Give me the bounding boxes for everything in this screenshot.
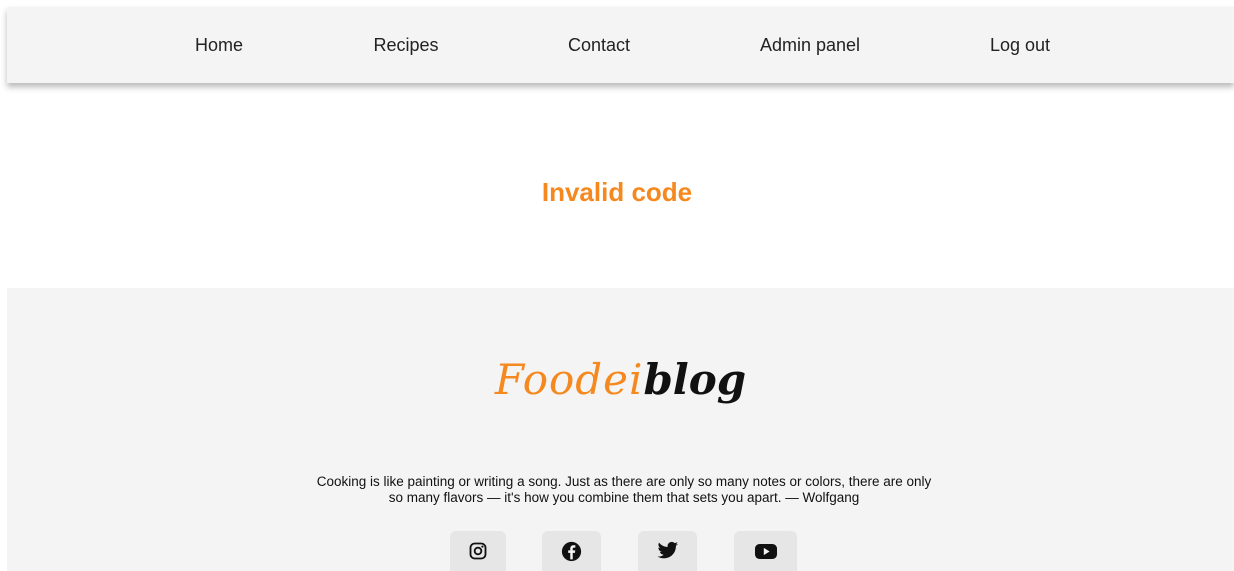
page: Home Recipes Contact Admin panel Log out… <box>0 0 1234 571</box>
logo-text-foodei: Foodei <box>494 355 644 404</box>
nav-link-home[interactable]: Home <box>195 7 243 83</box>
twitter-button[interactable] <box>638 531 697 571</box>
instagram-icon <box>469 542 487 560</box>
nav-link-log-out[interactable]: Log out <box>990 7 1050 83</box>
instagram-button[interactable] <box>450 531 506 571</box>
nav-link-recipes[interactable]: Recipes <box>373 7 438 83</box>
nav-link-admin-panel[interactable]: Admin panel <box>760 7 860 83</box>
facebook-button[interactable] <box>542 531 601 571</box>
logo-text-blog: blog <box>643 355 747 404</box>
facebook-icon <box>561 541 582 562</box>
youtube-button[interactable] <box>734 531 797 571</box>
youtube-icon <box>754 544 777 559</box>
top-navigation: Home Recipes Contact Admin panel Log out <box>7 7 1234 83</box>
footer-quote: Cooking is like painting or writing a so… <box>316 473 932 505</box>
twitter-icon <box>657 541 678 559</box>
invalid-code-message: Invalid code <box>541 177 693 207</box>
footer: Foodeiblog Cooking is like painting or w… <box>7 288 1234 571</box>
footer-logo: Foodeiblog <box>7 350 1234 410</box>
nav-link-contact[interactable]: Contact <box>568 7 630 83</box>
